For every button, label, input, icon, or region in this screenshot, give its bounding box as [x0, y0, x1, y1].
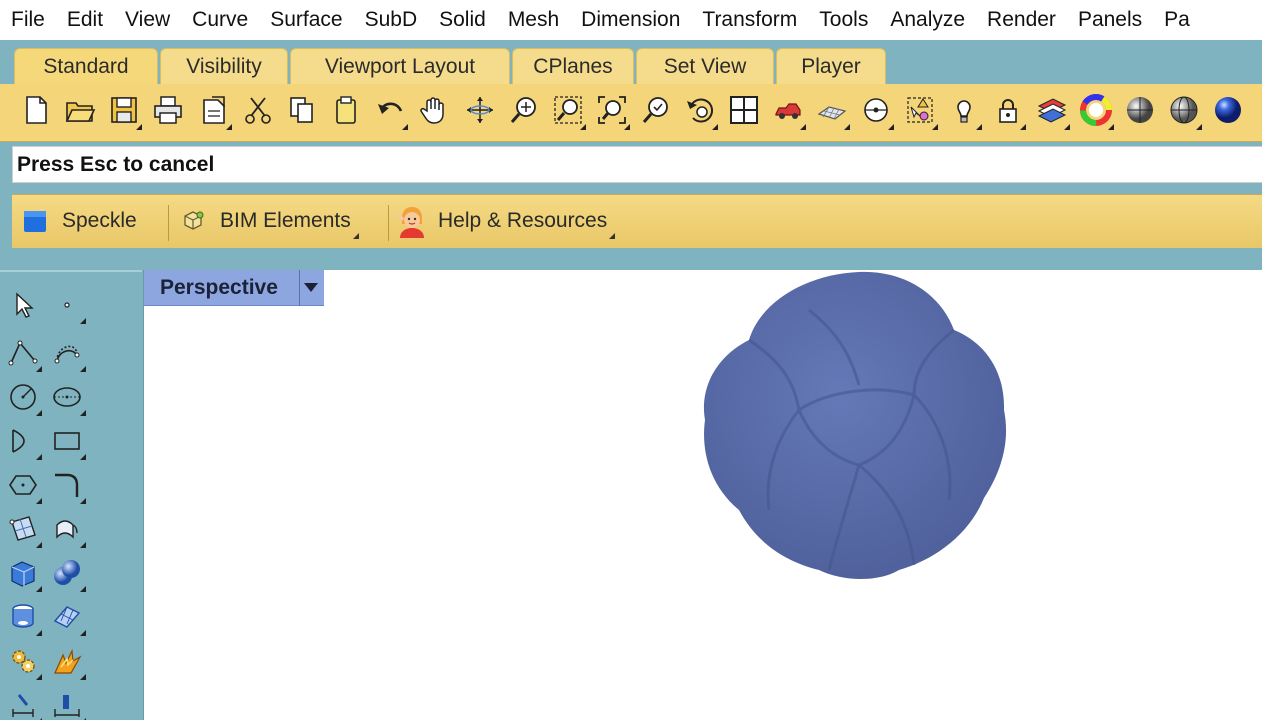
save-icon[interactable]: [104, 90, 144, 130]
menu-edit[interactable]: Edit: [56, 0, 114, 40]
undo-icon[interactable]: [370, 90, 410, 130]
plugin-toolbar: Speckle BIM Elements Help & Resources: [0, 186, 1262, 264]
perspective-viewport[interactable]: Perspective: [143, 269, 1262, 720]
standard-toolbar: [0, 84, 1262, 142]
undo-view-icon[interactable]: [680, 90, 720, 130]
tab-standard[interactable]: Standard: [14, 48, 158, 84]
properties-page-icon[interactable]: [194, 90, 234, 130]
lock-icon[interactable]: [988, 90, 1028, 130]
menu-tools[interactable]: Tools: [808, 0, 879, 40]
explode-icon[interactable]: [48, 642, 86, 680]
tab-viewport-layout[interactable]: Viewport Layout: [290, 48, 510, 84]
paste-icon[interactable]: [326, 90, 366, 130]
rendered-sphere-icon[interactable]: [1164, 90, 1204, 130]
left-toolbar: [0, 270, 142, 720]
menu-render[interactable]: Render: [976, 0, 1067, 40]
curve-control-points-icon[interactable]: [48, 334, 86, 372]
menu-bar: File Edit View Curve Surface SubD Solid …: [0, 0, 1262, 40]
layers-icon[interactable]: [1032, 90, 1072, 130]
surface-from-points-icon[interactable]: [4, 510, 42, 548]
pan-hand-icon[interactable]: [414, 90, 454, 130]
four-viewports-icon[interactable]: [724, 90, 764, 130]
toolbar-tab-bar: Standard Visibility Viewport Layout CPla…: [0, 40, 1262, 84]
zoom-extents-icon[interactable]: [592, 90, 632, 130]
cut-icon[interactable]: [238, 90, 278, 130]
point-icon[interactable]: [48, 286, 86, 324]
plugin-separator: [168, 205, 169, 241]
new-file-icon[interactable]: [16, 90, 56, 130]
menu-curve[interactable]: Curve: [181, 0, 259, 40]
open-folder-icon[interactable]: [60, 90, 100, 130]
light-bulb-icon[interactable]: [944, 90, 984, 130]
tab-set-view[interactable]: Set View: [636, 48, 774, 84]
transform-gears-icon[interactable]: [4, 642, 42, 680]
menu-file[interactable]: File: [0, 0, 56, 40]
ellipse-icon[interactable]: [48, 378, 86, 416]
menu-paneling[interactable]: Pa: [1153, 0, 1201, 40]
render-sphere-icon[interactable]: [1208, 90, 1248, 130]
menu-subd[interactable]: SubD: [354, 0, 429, 40]
speckle-label: Speckle: [62, 209, 137, 232]
command-prompt-text: Press Esc to cancel: [17, 152, 215, 176]
tab-player[interactable]: Player: [776, 48, 886, 84]
tab-visibility[interactable]: Visibility: [160, 48, 288, 84]
cplane-grid-icon[interactable]: [812, 90, 852, 130]
extrude-surface-icon[interactable]: [48, 510, 86, 548]
viewport-dropdown-icon[interactable]: [299, 269, 321, 306]
plugin-separator: [388, 205, 389, 241]
polygon-icon[interactable]: [4, 466, 42, 504]
circle-icon[interactable]: [4, 378, 42, 416]
select-arrow-icon[interactable]: [4, 286, 42, 324]
fillet-curve-icon[interactable]: [48, 466, 86, 504]
print-icon[interactable]: [148, 90, 188, 130]
bim-elements-button[interactable]: BIM Elements: [180, 201, 359, 241]
linear-dimension-icon[interactable]: [48, 686, 86, 720]
menu-dimension[interactable]: Dimension: [570, 0, 691, 40]
zoom-window-icon[interactable]: [548, 90, 588, 130]
dimension-icon[interactable]: [4, 686, 42, 720]
command-prompt[interactable]: Press Esc to cancel: [12, 146, 1262, 183]
menu-analyze[interactable]: Analyze: [879, 0, 976, 40]
help-person-icon: [397, 207, 424, 238]
zoom-selected-icon[interactable]: [636, 90, 676, 130]
arc-icon[interactable]: [4, 422, 42, 460]
polyline-icon[interactable]: [4, 334, 42, 372]
tab-cplanes[interactable]: CPlanes: [512, 48, 634, 84]
copy-icon[interactable]: [282, 90, 322, 130]
viewport-name: Perspective: [160, 275, 278, 299]
rectangle-icon[interactable]: [48, 422, 86, 460]
speckle-icon: [24, 211, 46, 232]
menu-solid[interactable]: Solid: [428, 0, 497, 40]
boolean-union-icon[interactable]: [48, 554, 86, 592]
rhino-window: File Edit View Curve Surface SubD Solid …: [0, 0, 1262, 720]
select-objects-icon[interactable]: [900, 90, 940, 130]
bim-cube-icon: [184, 211, 204, 230]
box-solid-icon[interactable]: [4, 554, 42, 592]
help-resources-label: Help & Resources: [438, 209, 608, 232]
menu-panels[interactable]: Panels: [1067, 0, 1153, 40]
help-resources-button[interactable]: Help & Resources: [396, 201, 616, 241]
mesh-cylinder-icon[interactable]: [4, 598, 42, 636]
shaded-sphere-icon[interactable]: [1120, 90, 1160, 130]
speckle-button[interactable]: Speckle: [22, 201, 137, 241]
menu-mesh[interactable]: Mesh: [497, 0, 570, 40]
menu-surface[interactable]: Surface: [259, 0, 353, 40]
menu-view[interactable]: View: [114, 0, 181, 40]
mesh-plane-icon[interactable]: [48, 598, 86, 636]
osnap-point-icon[interactable]: [856, 90, 896, 130]
bim-elements-label: BIM Elements: [220, 209, 351, 232]
viewport-title-tab[interactable]: Perspective: [144, 269, 324, 306]
rotate-view-icon[interactable]: [460, 90, 500, 130]
zoom-dynamic-icon[interactable]: [504, 90, 544, 130]
plugin-toolbar-strip: Speckle BIM Elements Help & Resources: [12, 194, 1262, 248]
menu-transform[interactable]: Transform: [691, 0, 808, 40]
subd-blob-object[interactable]: [699, 270, 1019, 590]
color-wheel-icon[interactable]: [1076, 90, 1116, 130]
shaded-car-icon[interactable]: [768, 90, 808, 130]
